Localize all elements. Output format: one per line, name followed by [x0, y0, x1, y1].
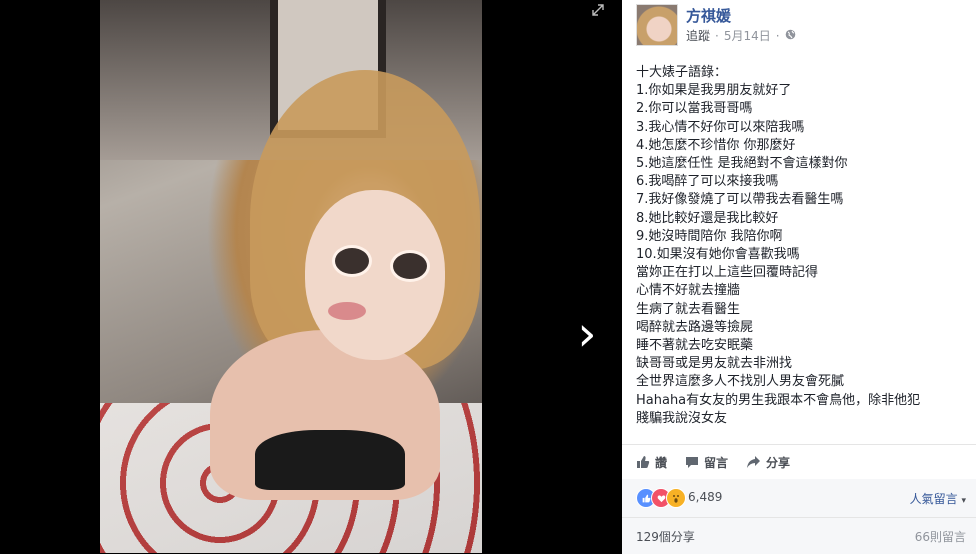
meta-separator: · [715, 28, 719, 43]
post-text-line: 賤騙我說沒女友 [636, 410, 728, 426]
next-photo-button[interactable]: › [572, 310, 602, 358]
share-count-link[interactable]: 129個分享 [636, 528, 695, 545]
photo-eye-right [390, 250, 430, 282]
post-text-line: 十大婊子語錄： [636, 65, 728, 80]
follow-link[interactable]: 追蹤 [686, 27, 710, 44]
post-actions: 讚 留言 分享 [636, 451, 790, 473]
post-text-line: 4.她怎麼不珍惜你 你那麼好 [636, 137, 796, 153]
post-text-line: 當妳正在打以上這些回覆時記得 [636, 265, 819, 281]
post-text-line: 睡不著就去吃安眠藥 [636, 338, 754, 354]
author-name[interactable]: 方祺媛 [686, 5, 731, 26]
post-text-line: 生病了就去看醫生 [636, 301, 741, 317]
thumbs-up-icon [637, 456, 650, 468]
post-text-line: 缺哥哥或是男友就去非洲找 [636, 356, 793, 372]
post-text-line: Hahaha有女友的男生我跟本不會鳥他，除非他犯 [636, 392, 921, 408]
share-label: 分享 [766, 455, 791, 470]
sort-label: 人氣留言 [909, 492, 958, 506]
photo-clothing [255, 430, 405, 490]
chevron-left-icon: ‹ [0, 318, 4, 358]
share-icon [747, 456, 761, 468]
chevron-down-icon: ▾ [961, 496, 966, 506]
reaction-icons[interactable] [636, 488, 686, 508]
post-text-line: 2.你可以當我哥哥嗎 [636, 101, 753, 117]
post-text-line: 5.她這麼任性 是我絕對不會這樣對你 [636, 156, 848, 172]
share-button[interactable]: 分享 [746, 454, 790, 471]
previous-photo-button[interactable]: ‹ [0, 318, 10, 358]
photo-viewer: ‹ › [0, 0, 622, 553]
reactions-bar: 6,489 人氣留言 ▾ [622, 479, 976, 517]
post-text-line: 心情不好就去撞牆 [636, 283, 741, 299]
divider [622, 444, 976, 445]
post-text-line: 6.我喝醉了可以來接我嗎 [636, 174, 779, 190]
post-text-line: 3.我心情不好你可以來陪我嗎 [636, 119, 805, 135]
post-date[interactable]: 5月14日 [724, 27, 771, 44]
globe-icon [785, 29, 796, 43]
post-panel: 方祺媛 追蹤 · 5月14日 · 十大婊子語錄： 1.你如果是我男朋友就好了 2.你… [622, 0, 976, 554]
post-text-line: 喝醉就去路邊等撿屍 [636, 319, 754, 335]
post-meta: 追蹤 · 5月14日 · [686, 27, 796, 44]
meta-separator: · [775, 28, 780, 43]
post-footer: 129個分享 66則留言 [622, 517, 976, 554]
comment-label: 留言 [704, 455, 729, 470]
like-button[interactable]: 讚 [636, 454, 667, 471]
post-text-line: 全世界這麼多人不找別人男友會死膩 [636, 374, 845, 390]
expand-icon[interactable] [592, 4, 606, 18]
comment-count: 66則留言 [914, 530, 966, 544]
post-text: 十大婊子語錄： 1.你如果是我男朋友就好了 2.你可以當我哥哥嗎 3.我心情不好你可以… [636, 64, 966, 428]
comment-sort-dropdown[interactable]: 人氣留言 ▾ [910, 490, 966, 507]
comment-button[interactable]: 留言 [685, 454, 728, 471]
post-text-line: 7.我好像發燒了可以帶我去看醫生嗎 [636, 192, 844, 208]
comment-icon [686, 457, 699, 468]
photo-lips [328, 302, 366, 320]
avatar[interactable] [636, 4, 678, 46]
post-text-line: 10.如果沒有她你會喜歡我嗎 [636, 247, 800, 263]
like-label: 讚 [655, 455, 668, 470]
post-text-line: 8.她比較好還是我比較好 [636, 210, 779, 226]
post-text-line: 1.你如果是我男朋友就好了 [636, 83, 792, 99]
post-text-line: 9.她沒時間陪你 我陪你啊 [636, 228, 783, 244]
chevron-right-icon: › [577, 306, 597, 362]
photo-eye-left [332, 245, 372, 277]
reaction-count[interactable]: 6,489 [688, 490, 722, 504]
post-photo[interactable] [100, 0, 482, 553]
wow-reaction-icon [666, 488, 686, 508]
